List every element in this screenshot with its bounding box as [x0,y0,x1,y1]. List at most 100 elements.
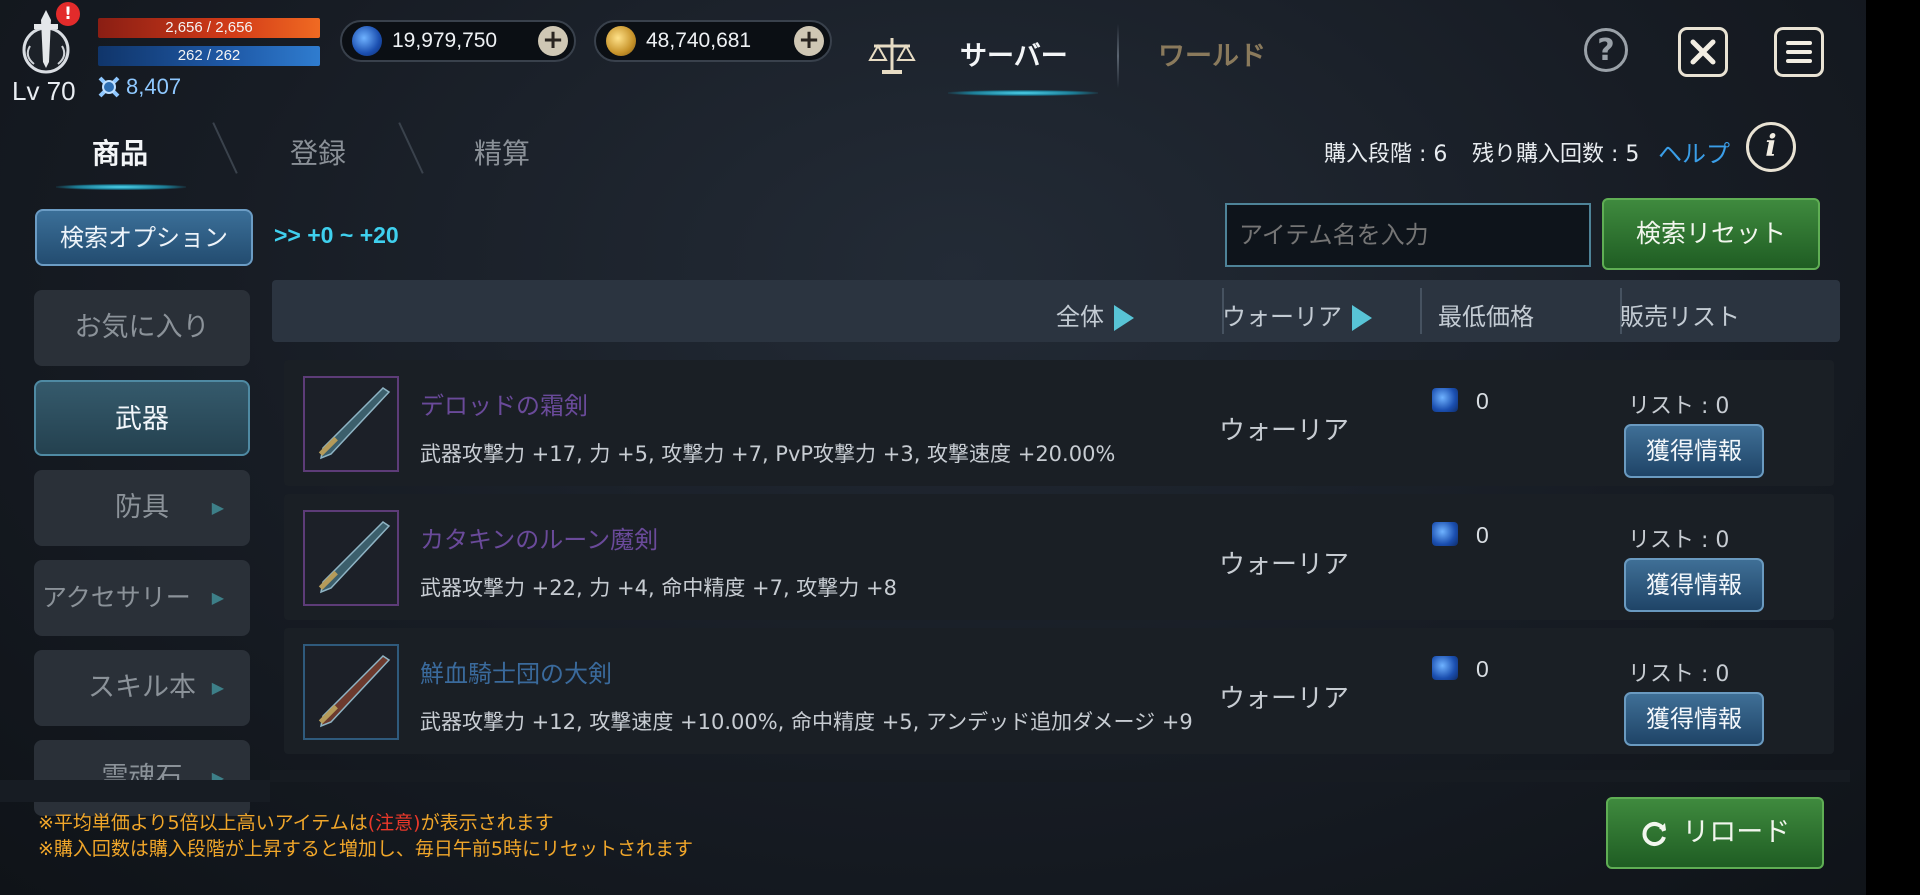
play-arrow-icon [1352,305,1372,331]
gold-amount: 48,740,681 [646,29,752,52]
acquire-info-button[interactable]: 獲得情報 [1624,692,1764,746]
item-thumbnail[interactable] [303,376,399,472]
play-arrow-icon [1114,305,1134,331]
reload-label: リロード [1682,817,1791,848]
sidebar-item[interactable]: 防具 ▶ [34,470,250,546]
gold-currency: 48,740,681 + [594,20,832,62]
gold-coin-icon [606,26,636,56]
tab-world[interactable]: ワールド [1158,34,1266,73]
tab-products[interactable]: 商品 [92,132,148,172]
chevron-right-icon: ▶ [211,678,224,697]
item-thumbnail[interactable] [303,510,399,606]
sidebar-item-label: スキル本 [88,672,196,703]
sidebar-item-label: 防具 [115,492,169,523]
gem-amount: 19,979,750 [392,29,498,52]
list-bottom-edge [270,770,1850,782]
tab-settle[interactable]: 精算 [474,132,530,172]
search-options-button[interactable]: 検索オプション [35,209,253,266]
help-link[interactable]: ヘルプ [1658,134,1730,169]
item-class: ウォーリア [1219,416,1350,446]
hamburger-menu-icon [1786,41,1812,63]
notice-caution: ※平均単価より5倍以上高いアイテムは(注意)が表示されます [38,808,554,835]
item-class: ウォーリア [1219,550,1350,580]
notice-caution-text: ※平均単価より5倍以上高いアイテムは [38,812,368,834]
filter-all-label: 全体 [1056,303,1104,331]
item-stats: 武器攻撃力 +22, 力 +4, 命中精度 +7, 攻撃力 +8 [420,576,897,600]
screen-edge [1866,0,1920,895]
min-price-header[interactable]: 最低価格 [1438,297,1534,332]
item-name[interactable]: デロッドの霜剣 [420,386,588,421]
combat-power-icon [98,76,120,98]
sidebar-item[interactable]: 霊魂石 ▶ [34,740,250,816]
mp-bar: 262 / 262 [98,46,320,66]
add-gold-button[interactable]: + [794,26,824,56]
menu-button[interactable] [1774,27,1824,77]
item-stats: 武器攻撃力 +12, 攻撃速度 +10.00%, 命中精度 +5, アンデッド追… [420,710,1193,734]
blue-gem-icon [1432,656,1458,680]
acquire-info-button[interactable]: 獲得情報 [1624,558,1764,612]
refresh-icon [1642,821,1666,846]
filter-class-label: ウォーリア [1222,303,1342,331]
header-divider [1420,288,1422,334]
info-icon[interactable]: i [1746,122,1796,172]
item-name[interactable]: カタキンのルーン魔剣 [420,520,658,555]
remaining-purchases: 残り購入回数 : 5 [1472,142,1640,167]
notice-reset: ※購入回数は購入段階が上昇すると増加し、毎日午前5時にリセットされます [38,838,694,860]
item-name[interactable]: 鮮血騎士団の大剣 [420,654,612,689]
purchase-stage: 購入段階 : 6 [1324,142,1448,167]
sword-icon [318,387,391,460]
sidebar-item[interactable]: お気に入り [34,290,250,366]
item-price: 0 [1476,388,1489,414]
blue-gem-icon [1432,388,1458,412]
sidebar-item[interactable]: 武器 [34,380,250,456]
blue-gem-icon [352,26,382,56]
caution-tag: (注意) [367,812,421,834]
sidebar-fade [0,780,270,802]
help-icon[interactable]: ? [1584,28,1628,72]
search-reset-button[interactable]: 検索リセット [1602,198,1820,270]
filter-all[interactable]: 全体 [1056,297,1134,332]
tab-divider [398,122,424,174]
listing-count: リスト : 0 [1628,528,1730,553]
listing-count: リスト : 0 [1628,662,1730,687]
item-price: 0 [1476,522,1489,548]
scales-icon [868,34,916,80]
sidebar-item-label: 武器 [115,404,169,435]
close-icon [1690,39,1716,65]
tab-register[interactable]: 登録 [290,132,346,172]
reload-button[interactable]: リロード [1606,797,1824,869]
sale-list-header: 販売リスト [1620,303,1740,331]
filter-class[interactable]: ウォーリア [1222,297,1372,332]
add-gems-button[interactable]: + [538,26,568,56]
hp-bar: 2,656 / 2,656 [98,18,320,38]
tab-divider [1117,24,1119,88]
combat-power-value: 8,407 [126,74,182,99]
sidebar-item-label: お気に入り [74,312,210,343]
sidebar-item[interactable]: スキル本 ▶ [34,650,250,726]
tab-divider [212,122,238,174]
sidebar-item-label: アクセサリー [42,583,191,612]
sword-icon [318,521,391,594]
tab-server[interactable]: サーバー [960,34,1068,73]
item-class: ウォーリア [1219,684,1350,714]
notice-caution-suffix: が表示されます [420,812,554,834]
chevron-right-icon: ▶ [211,588,224,607]
item-search-input[interactable] [1225,203,1591,267]
chevron-right-icon: ▶ [211,768,224,787]
sidebar-item[interactable]: アクセサリー ▶ [34,560,250,636]
item-thumbnail[interactable] [303,644,399,740]
gem-currency: 19,979,750 + [340,20,576,62]
tab-server-underline [948,90,1098,96]
item-price: 0 [1476,656,1489,682]
tab-products-underline [56,184,186,190]
enhance-range: >> +0 ~ +20 [274,222,399,248]
acquire-info-button[interactable]: 獲得情報 [1624,424,1764,478]
blue-gem-icon [1432,522,1458,546]
chevron-right-icon: ▶ [211,498,224,517]
close-button[interactable] [1678,27,1728,77]
item-stats: 武器攻撃力 +17, 力 +5, 攻撃力 +7, PvP攻撃力 +3, 攻撃速度… [420,442,1116,466]
combat-power: 8,407 [96,74,181,100]
alert-badge: ! [56,2,80,26]
listing-count: リスト : 0 [1628,394,1730,419]
sword-icon [318,655,391,728]
